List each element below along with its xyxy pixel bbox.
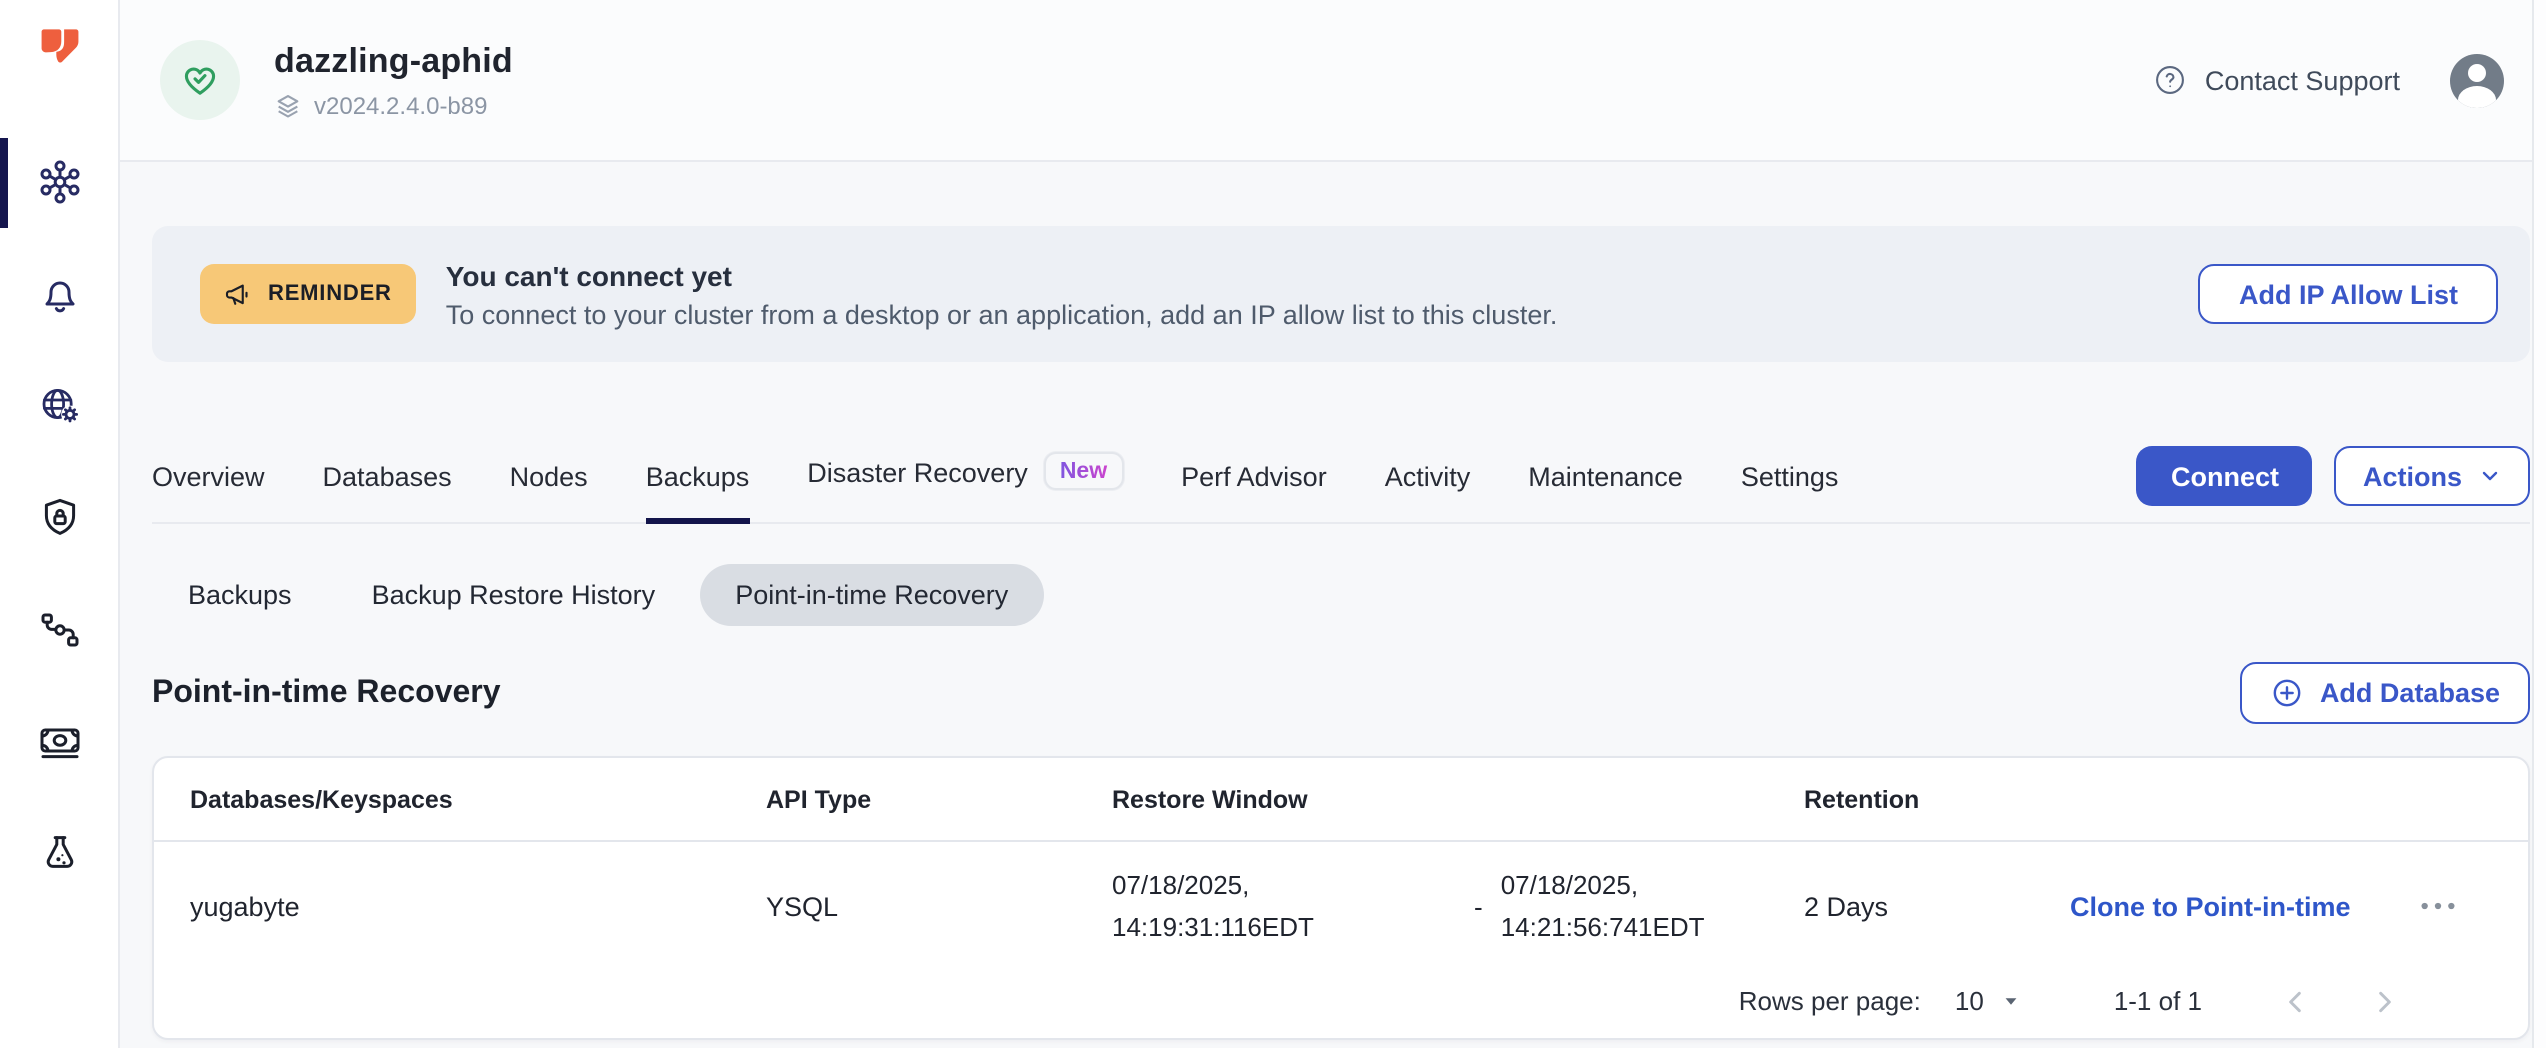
active-nav-indicator xyxy=(0,138,8,228)
sidebar-item-network[interactable] xyxy=(35,382,83,430)
globe-gear-icon xyxy=(35,382,83,430)
cluster-tabs: Overview Databases Nodes Backups Disaste… xyxy=(152,424,2530,524)
main-area: dazzling-aphid v2024.2.4.0-b89 xyxy=(120,0,2546,1048)
table-row: yugabyte YSQL 07/18/2025, 14:19:31:116ED… xyxy=(154,842,2528,970)
actions-button[interactable]: Actions xyxy=(2335,446,2530,506)
ellipsis-icon xyxy=(2414,886,2462,926)
sidebar-nav xyxy=(35,158,83,878)
flask-icon xyxy=(35,830,83,878)
cluster-info: dazzling-aphid v2024.2.4.0-b89 xyxy=(274,41,513,119)
next-page-button[interactable] xyxy=(2368,985,2400,1017)
tab-disaster-recovery[interactable]: Disaster Recovery New xyxy=(807,454,1123,522)
add-ip-allow-list-button[interactable]: Add IP Allow List xyxy=(2199,264,2498,324)
tab-backups[interactable]: Backups xyxy=(646,462,750,522)
tab-perf-advisor[interactable]: Perf Advisor xyxy=(1181,462,1327,522)
row-menu-button[interactable] xyxy=(2414,886,2462,926)
shield-lock-icon xyxy=(35,494,83,542)
sidebar xyxy=(0,0,120,1048)
contact-support-button[interactable]: Contact Support xyxy=(2153,62,2400,98)
avatar-body xyxy=(2458,85,2496,107)
cell-api-type: YSQL xyxy=(766,891,1112,921)
banner-message: To connect to your cluster from a deskto… xyxy=(446,299,1558,329)
new-badge: New xyxy=(1044,452,1123,490)
app-window: dazzling-aphid v2024.2.4.0-b89 xyxy=(0,0,2546,1048)
pitr-table-card: Databases/Keyspaces API Type Restore Win… xyxy=(152,756,2530,1040)
sidebar-item-clusters[interactable] xyxy=(35,158,83,206)
clone-to-point-in-time-link[interactable]: Clone to Point-in-time xyxy=(2070,891,2414,921)
tab-settings[interactable]: Settings xyxy=(1741,462,1839,522)
sidebar-item-integrations[interactable] xyxy=(35,606,83,654)
backup-subtabs: Backups Backup Restore History Point-in-… xyxy=(152,564,2530,626)
tabs-actions: Connect Actions xyxy=(2137,446,2530,506)
sidebar-item-labs[interactable] xyxy=(35,830,83,878)
restore-range-separator: - xyxy=(1474,891,1483,921)
add-database-button[interactable]: Add Database xyxy=(2240,662,2530,724)
rows-per-page-label: Rows per page: xyxy=(1739,986,1921,1016)
restore-from: 07/18/2025, 14:19:31:116EDT xyxy=(1112,864,1456,948)
pitr-section-header: Point-in-time Recovery Add Database xyxy=(152,662,2530,724)
cell-retention: 2 Days xyxy=(1804,891,2070,921)
rows-per-page-value[interactable]: 10 xyxy=(1955,986,1984,1016)
cluster-version-row: v2024.2.4.0-b89 xyxy=(274,91,513,119)
chevron-down-icon xyxy=(2478,464,2502,488)
tab-nodes[interactable]: Nodes xyxy=(510,462,588,522)
yugabyte-logo-icon xyxy=(33,22,85,74)
cluster-header: dazzling-aphid v2024.2.4.0-b89 xyxy=(120,0,2546,162)
flow-icon xyxy=(35,606,83,654)
col-restore-window: Restore Window xyxy=(1112,785,1804,813)
megaphone-icon xyxy=(224,279,254,309)
subtab-point-in-time-recovery[interactable]: Point-in-time Recovery xyxy=(699,564,1044,626)
col-api-type: API Type xyxy=(766,785,1112,813)
tab-maintenance[interactable]: Maintenance xyxy=(1528,462,1683,522)
cluster-health-badge xyxy=(160,40,240,120)
contact-support-label: Contact Support xyxy=(2205,65,2400,95)
tab-activity[interactable]: Activity xyxy=(1385,462,1471,522)
subtab-backup-restore-history[interactable]: Backup Restore History xyxy=(336,564,692,626)
cell-restore-window: 07/18/2025, 14:19:31:116EDT - 07/18/2025… xyxy=(1112,864,1804,948)
pagination-range: 1-1 of 1 xyxy=(2114,986,2202,1016)
tab-overview[interactable]: Overview xyxy=(152,462,265,522)
col-retention: Retention xyxy=(1804,785,2070,813)
user-avatar[interactable] xyxy=(2450,53,2504,107)
reminder-badge-label: REMINDER xyxy=(268,282,392,306)
cluster-network-icon xyxy=(35,158,83,206)
table-pagination: Rows per page: 10 1-1 of 1 xyxy=(154,970,2528,1038)
scrollbar-track[interactable] xyxy=(2532,0,2546,1048)
sidebar-item-security[interactable] xyxy=(35,494,83,542)
banner-title: You can't connect yet xyxy=(446,259,1558,291)
restore-to: 07/18/2025, 14:21:56:741EDT xyxy=(1501,864,1845,948)
heart-check-icon xyxy=(178,58,222,102)
rows-per-page-dropdown-icon[interactable] xyxy=(1998,988,2024,1014)
sidebar-item-billing[interactable] xyxy=(35,718,83,766)
previous-page-button[interactable] xyxy=(2280,985,2312,1017)
tab-databases[interactable]: Databases xyxy=(323,462,452,522)
help-icon xyxy=(2153,62,2189,98)
cluster-name: dazzling-aphid xyxy=(274,41,513,81)
subtab-backups[interactable]: Backups xyxy=(152,564,328,626)
col-databases-keyspaces: Databases/Keyspaces xyxy=(190,785,766,813)
pitr-title: Point-in-time Recovery xyxy=(152,675,501,711)
bell-icon xyxy=(35,270,83,318)
yugabyte-logo[interactable] xyxy=(33,22,85,74)
money-icon xyxy=(35,718,83,766)
cell-database: yugabyte xyxy=(190,891,766,921)
avatar-head xyxy=(2468,63,2486,81)
banner-text: You can't connect yet To connect to your… xyxy=(446,259,1558,329)
sidebar-item-alerts[interactable] xyxy=(35,270,83,318)
layers-icon xyxy=(274,91,302,119)
table-header-row: Databases/Keyspaces API Type Restore Win… xyxy=(154,758,2528,842)
connect-button[interactable]: Connect xyxy=(2137,446,2313,506)
cluster-version: v2024.2.4.0-b89 xyxy=(314,91,488,119)
content: REMINDER You can't connect yet To connec… xyxy=(120,162,2546,1048)
reminder-banner: REMINDER You can't connect yet To connec… xyxy=(152,226,2530,362)
reminder-badge: REMINDER xyxy=(200,264,416,324)
plus-circle-icon xyxy=(2270,676,2304,710)
